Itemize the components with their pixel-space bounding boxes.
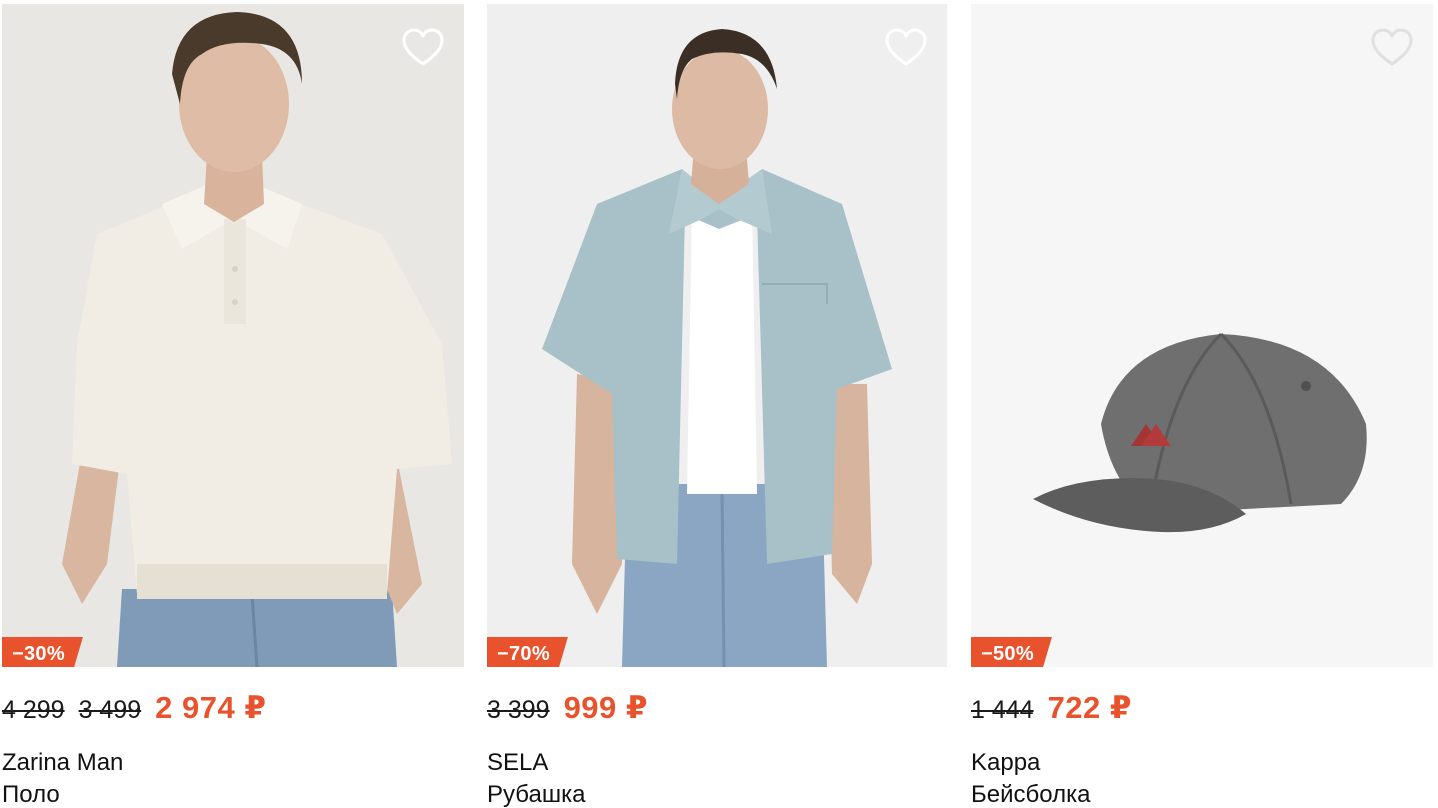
heart-outline-icon xyxy=(885,28,927,66)
product-card[interactable]: −50% 1 444 722 ₽ Kappa Бейсболка xyxy=(971,0,1433,808)
price-row: 1 444 722 ₽ xyxy=(971,690,1132,730)
cap-image xyxy=(971,4,1433,667)
product-card[interactable]: −70% 3 399 999 ₽ SELA Рубашка xyxy=(487,0,947,808)
favorite-button[interactable] xyxy=(1371,28,1413,68)
polo-model-image xyxy=(2,4,464,667)
product-type[interactable]: Поло xyxy=(2,780,60,808)
discount-badge: −70% xyxy=(487,637,568,667)
product-image[interactable]: −30% xyxy=(2,4,464,667)
brand-name[interactable]: Zarina Man xyxy=(2,748,123,778)
old-price: 4 299 xyxy=(2,696,65,724)
old-price: 1 444 xyxy=(971,696,1034,724)
shirt-model-image xyxy=(487,4,947,667)
product-type[interactable]: Рубашка xyxy=(487,780,585,808)
heart-outline-icon xyxy=(1371,28,1413,66)
brand-name[interactable]: Kappa xyxy=(971,748,1040,778)
old-price: 3 499 xyxy=(78,696,142,724)
product-card[interactable]: −30% 4 299 3 499 2 974 ₽ Zarina Man Поло xyxy=(2,0,464,808)
current-price: 999 ₽ xyxy=(563,690,648,725)
product-type[interactable]: Бейсболка xyxy=(971,780,1090,808)
price-row: 3 399 999 ₽ xyxy=(487,690,648,730)
discount-badge: −50% xyxy=(971,637,1052,667)
discount-badge: −30% xyxy=(2,637,83,667)
price-row: 4 299 3 499 2 974 ₽ xyxy=(2,690,266,730)
product-image[interactable]: −50% xyxy=(971,4,1433,667)
heart-outline-icon xyxy=(402,28,444,66)
current-price: 722 ₽ xyxy=(1047,690,1132,725)
favorite-button[interactable] xyxy=(402,28,444,68)
product-grid: −30% 4 299 3 499 2 974 ₽ Zarina Man Поло xyxy=(0,0,1438,808)
favorite-button[interactable] xyxy=(885,28,927,68)
brand-name[interactable]: SELA xyxy=(487,748,548,778)
product-image[interactable]: −70% xyxy=(487,4,947,667)
old-price: 3 399 xyxy=(487,696,550,724)
current-price: 2 974 ₽ xyxy=(155,690,267,725)
